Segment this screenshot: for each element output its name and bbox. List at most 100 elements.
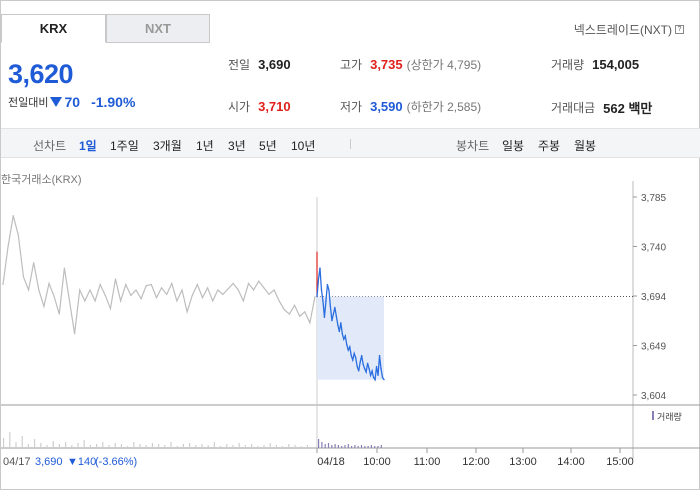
volume-bar-today [374,446,376,448]
prev-day-point [309,322,311,324]
volume-bar-prev [176,446,178,448]
down-triangle-icon [50,97,63,107]
change-label: 전일대비 [8,97,49,109]
today-price-point [377,374,379,377]
stat-upper-limit: (상한가 4,795) [406,58,482,72]
prev-day-line [2,215,316,334]
prev-day-point [155,297,158,299]
stat-value: 3,690 [258,57,291,72]
today-price-point [360,354,363,357]
today-price-point [334,306,336,309]
session-range-shade [317,296,384,380]
help-icon[interactable]: ? [675,25,684,34]
prev-day-change: ▼140 [67,456,96,468]
prev-day-point [104,294,106,297]
volume-bar-prev [15,442,17,448]
prev-day-point [201,297,204,299]
period-5y[interactable]: 5년 [259,137,277,154]
stat-label: 거래대금 [551,101,596,115]
tab-krx[interactable]: KRX [1,14,106,43]
today-price-point [378,354,381,357]
change-percent: -1.90% [91,94,136,110]
today-price-point [352,359,354,361]
price-change: 전일대비 70 -1.90% [8,94,135,110]
stat-prev-close: 전일 3,690 [228,56,291,73]
stat-lower-limit: (하한가 2,585) [406,100,482,114]
period-3m[interactable]: 3개월 [153,137,182,154]
stat-label: 고가 [340,58,363,72]
today-price-point [337,324,339,326]
prev-day-point [304,311,306,313]
volume-bar-prev [151,443,153,448]
prev-day-point [125,283,127,286]
period-10y[interactable]: 10년 [291,137,315,154]
today-price-point [326,283,329,286]
today-price-point [372,376,375,379]
stat-value: 154,005 [592,57,640,72]
stat-value: 3,735 [370,57,403,72]
prev-day-point [222,293,224,295]
volume-bar-prev [158,444,160,448]
prev-day-percent: (-3.66%) [95,456,137,468]
prev-day-point [99,283,101,286]
prev-day-close: 3,690 [35,456,63,468]
period-1w[interactable]: 1주일 [110,137,139,154]
volume-bar-prev [195,445,197,448]
volume-bar-today [357,446,359,448]
nxt-trade-link[interactable]: 넥스트레이드(NXT) ? [574,21,684,38]
volume-bar-prev [238,443,240,448]
volume-bar-prev [108,445,110,448]
stock-widget: KRX NXT 넥스트레이드(NXT) ? 3,620 전일대비 70 -1.9… [0,0,700,490]
volume-bar-today [337,445,339,448]
volume-bar-prev [282,446,284,448]
stat-volume: 거래량 154,005 [551,56,639,73]
volume-bar-prev [226,444,228,448]
candle-monthly[interactable]: 월봉 [574,137,596,154]
prev-day-point [33,262,35,264]
x-tick-label: 04/18 [317,456,345,468]
prev-day-point [17,234,19,236]
volume-bar-today [331,445,333,448]
volume-bar-today [364,446,366,448]
prev-day-point [181,289,183,291]
chart-toolbar: 선차트 1일 1주일 3개월 1년 3년 5년 10년 봉차트 일봉 주봉 월봉 [1,128,700,158]
volume-bar-prev [164,445,166,448]
volume-bar-prev [257,446,259,448]
volume-bar-prev [306,445,308,448]
period-3y[interactable]: 3년 [228,137,246,154]
today-price-point [349,346,351,348]
volume-bar-prev [263,445,265,448]
candle-weekly[interactable]: 주봉 [538,137,560,154]
today-price-point [328,289,330,291]
stat-value: 3,590 [370,99,403,114]
x-tick-label: 15:00 [606,456,634,468]
prev-day-point [79,289,81,291]
prev-day-point [48,282,50,285]
prev-day-point [63,267,65,269]
volume-bar-today [324,444,326,448]
stat-high: 고가 3,735 (상한가 4,795) [340,56,481,73]
prev-day-point [299,315,301,317]
prev-day-point [242,300,244,302]
volume-bar-prev [9,432,11,448]
today-price-point [316,295,318,298]
today-price-point [331,319,333,322]
volume-bar-prev [145,445,147,448]
stat-value: 562 백만 [603,101,653,116]
price-chart[interactable]: 3,785 3,740 3,694 3,649 3,604 거래량 04/18 10:00… [1,181,700,491]
period-1d[interactable]: 1일 [79,137,97,154]
stat-label: 시가 [228,100,251,114]
volume-bar-prev [52,441,54,448]
candle-daily[interactable]: 일봉 [502,137,524,154]
prev-day-point [130,294,132,297]
stat-open: 시가 3,710 [228,98,291,115]
y-tick-label: 3,694 [641,292,666,303]
tab-nxt[interactable]: NXT [106,14,210,43]
today-price-point [366,362,369,364]
volume-bar-prev [251,444,253,448]
y-tick-label: 3,740 [641,243,666,254]
volume-bar-prev [244,445,246,448]
period-1y[interactable]: 1년 [196,137,214,154]
x-tick-label: 14:00 [557,456,585,468]
prev-day-point [232,282,234,285]
